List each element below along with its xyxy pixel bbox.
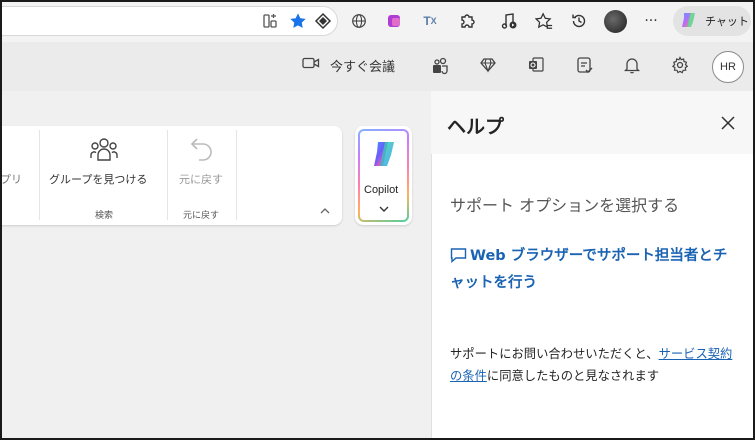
history-icon[interactable]	[570, 12, 588, 30]
chevron-up-icon[interactable]	[319, 205, 331, 217]
chevron-down-icon[interactable]	[379, 204, 389, 214]
copilot-icon	[369, 139, 399, 169]
copilot-label: Copilot	[364, 184, 399, 196]
undo-group-label: 元に戻す	[183, 211, 220, 221]
extension-diamond-icon[interactable]	[314, 12, 332, 30]
extensions-puzzle-icon[interactable]	[458, 12, 476, 30]
people-group-icon[interactable]	[88, 134, 120, 166]
copilot-icon	[679, 10, 699, 33]
chat-with-support-link[interactable]: Web ブラウザーでサポート担当者とチャットを行う	[450, 244, 740, 295]
help-subtitle: サポート オプションを選択する	[450, 196, 680, 215]
meet-now-label: 今すぐ会議	[330, 59, 396, 75]
translate-icon[interactable]: TX	[420, 12, 440, 30]
settings-gear-icon[interactable]	[671, 56, 689, 74]
help-terms-note: サポートにお問い合わせいただくと、サービス契約の条件に同意したものと見なされます	[450, 343, 740, 387]
chat-button[interactable]: チャット	[673, 6, 751, 36]
gem-icon[interactable]	[479, 56, 497, 74]
ribbon-divider	[236, 130, 237, 220]
user-avatar[interactable]: HR	[712, 51, 744, 83]
search-group-label: 検索	[95, 211, 114, 221]
note-suffix: に同意したものと見なされます	[486, 369, 660, 383]
split-screen-icon[interactable]	[262, 13, 278, 29]
favorites-icon[interactable]	[535, 12, 553, 30]
chat-link-label: Web ブラウザーでサポート担当者とチャットを行う	[450, 248, 728, 291]
globe-icon[interactable]	[351, 13, 367, 29]
apps-partial-label[interactable]: プリ	[0, 171, 22, 187]
meet-now-button[interactable]: 今すぐ会議	[302, 54, 395, 76]
undo-button[interactable]: 元に戻す	[179, 171, 223, 187]
media-icon[interactable]	[500, 12, 518, 30]
ribbon-divider	[39, 130, 40, 220]
help-title: ヘルプ	[447, 116, 505, 138]
undo-icon[interactable]	[188, 135, 216, 165]
address-bar[interactable]	[0, 6, 338, 36]
bell-icon[interactable]	[623, 56, 641, 74]
favorite-star-icon[interactable]	[289, 12, 307, 30]
close-icon[interactable]	[719, 114, 737, 132]
checklist-icon[interactable]	[576, 56, 594, 74]
video-camera-icon	[302, 56, 320, 74]
more-icon[interactable]: ···	[642, 12, 660, 30]
find-groups-button[interactable]: グループを見つける	[49, 171, 147, 187]
ribbon-divider	[167, 130, 168, 220]
chat-label: チャット	[705, 15, 749, 28]
profile-avatar[interactable]	[604, 10, 627, 33]
outlook-icon[interactable]	[527, 56, 545, 74]
teams-people-icon[interactable]	[431, 56, 449, 76]
note-prefix: サポートにお問い合わせいただくと、	[450, 347, 659, 361]
chat-bubble-icon	[450, 247, 467, 271]
office-icon[interactable]	[385, 12, 403, 30]
